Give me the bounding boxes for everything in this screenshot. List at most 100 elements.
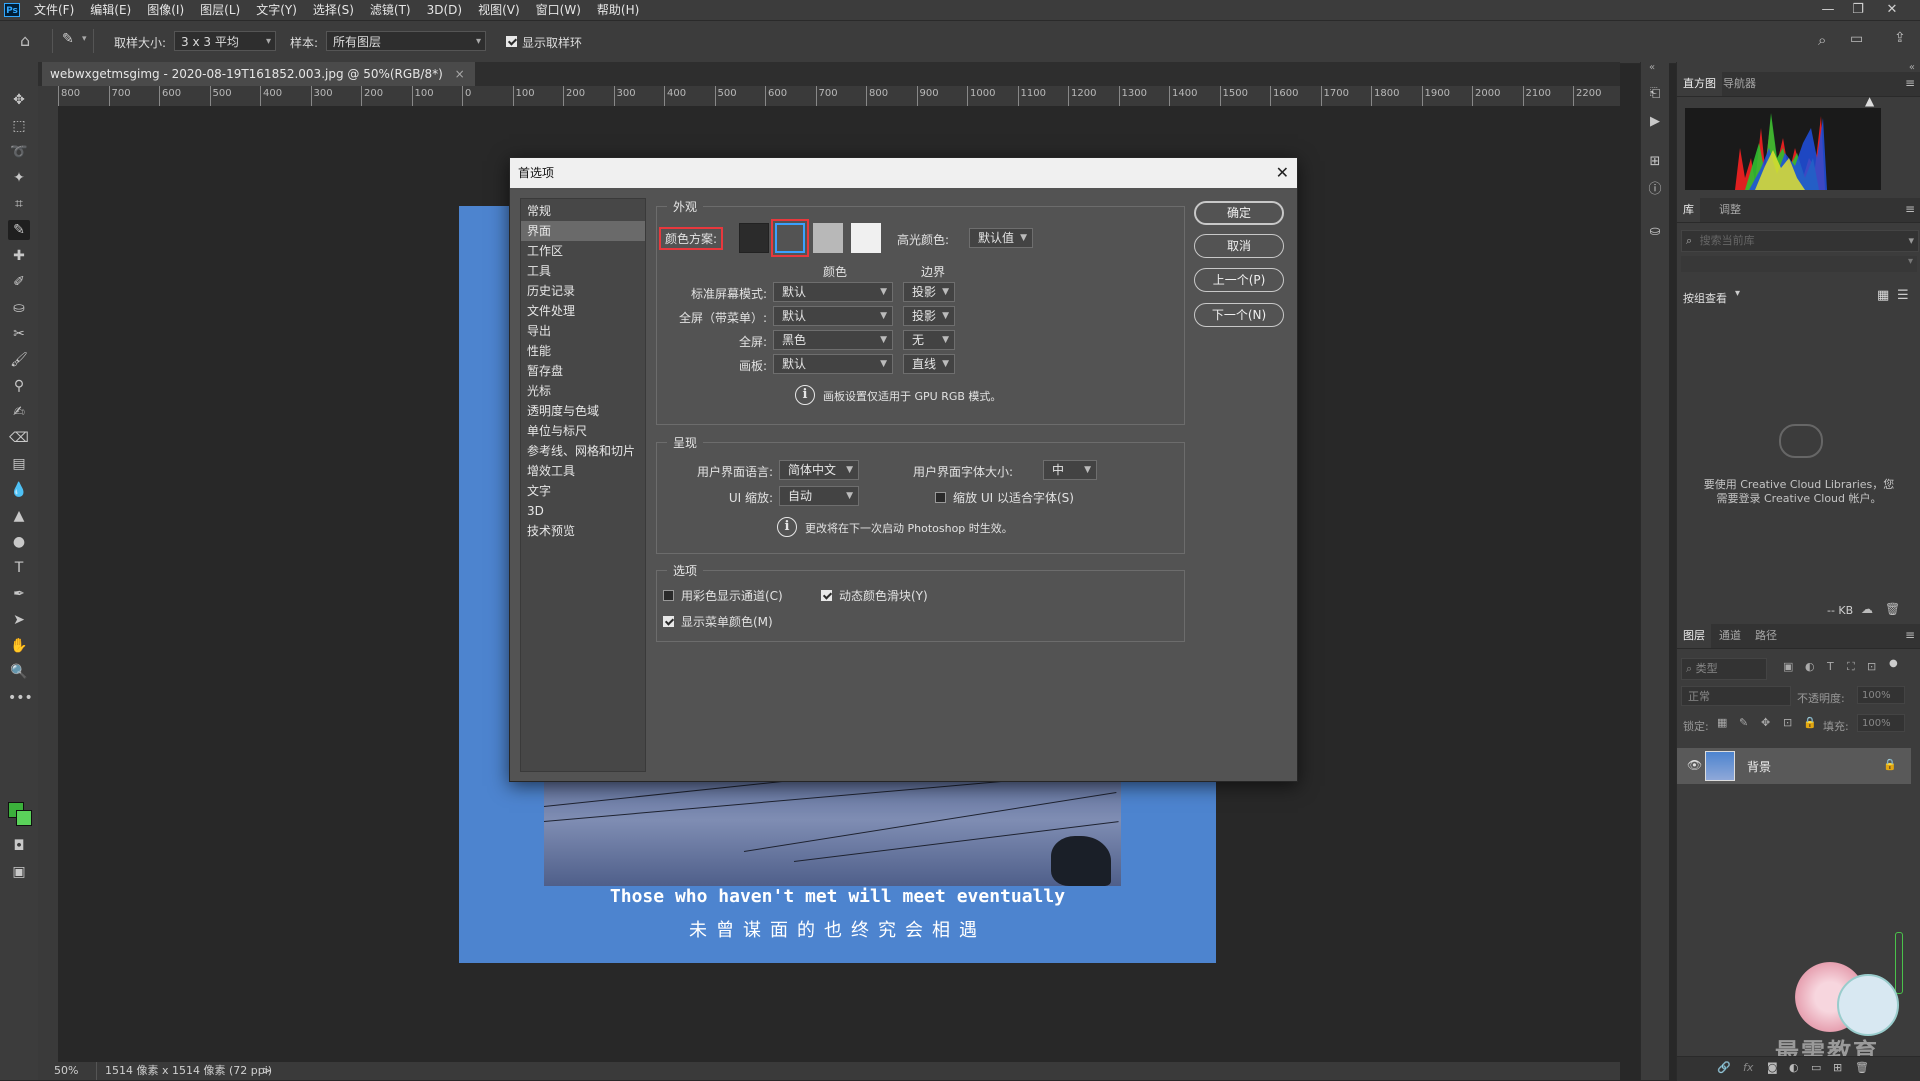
sidebar-item-plugins[interactable]: 增效工具 [521,461,645,481]
sidebar-item-type[interactable]: 文字 [521,481,645,501]
background-color-swatch[interactable] [16,810,32,826]
move-tool-icon[interactable]: ✥ [8,90,30,110]
standard-screen-border-select[interactable]: 投影 ▼ [903,282,955,302]
sidebar-item-workspace[interactable]: 工作区 [521,241,645,261]
show-ring-checkbox[interactable] [506,35,517,49]
new-layer-icon[interactable]: ⊞ [1833,1061,1842,1074]
menu-image[interactable]: 图像(I) [139,0,192,20]
menu-filter[interactable]: 滤镜(T) [362,0,419,20]
eyedropper-tool-icon[interactable]: ✎ [8,220,30,240]
menu-help[interactable]: 帮助(H) [589,0,647,20]
dodge-tool-icon[interactable]: ● [8,532,30,552]
clone-stamp-tool-icon[interactable]: ⚲ [8,376,30,396]
delete-layer-icon[interactable]: 🗑 [1855,1061,1869,1074]
sidebar-item-general[interactable]: 常规 [521,201,645,221]
scale-to-font-checkbox[interactable] [935,491,946,505]
layer-row-background[interactable]: 👁 背景 🔒 [1677,748,1911,784]
art-brush-tool-icon[interactable]: ✍ [8,402,30,422]
chevron-down-icon[interactable]: ▾ [1735,288,1740,299]
previous-button[interactable]: 上一个(P) [1194,268,1284,292]
filter-adjustment-icon[interactable]: ◐ [1805,660,1815,673]
collapse-icon[interactable]: « [1649,62,1655,73]
tab-close-icon[interactable]: × [455,67,465,81]
color-channels-checkbox[interactable] [663,589,674,603]
lock-artboard-icon[interactable]: ⊡ [1783,716,1792,729]
panel-menu-icon[interactable]: ≡ [1905,202,1915,216]
lock-transparent-icon[interactable]: ▦ [1717,716,1727,729]
sidebar-item-tools[interactable]: 工具 [521,261,645,281]
artboard-border-select[interactable]: 直线 ▼ [903,354,955,374]
search-icon[interactable]: ⌕ [1818,31,1826,49]
lock-pixels-icon[interactable]: ✎ [1739,716,1748,729]
fullscreen-color-select[interactable]: 黑色 ▼ [773,330,893,350]
fill-input[interactable]: 100% [1857,714,1905,732]
gradient-tool-icon[interactable]: ▤ [8,454,30,474]
menu-layer[interactable]: 图层(L) [192,0,248,20]
tab-histogram[interactable]: 直方图 [1677,72,1722,96]
sidebar-item-interface[interactable]: 界面 [521,221,645,241]
fx-icon[interactable]: fx [1743,1061,1753,1074]
standard-screen-color-select[interactable]: 默认 ▼ [773,282,893,302]
tab-layers[interactable]: 图层 [1677,624,1711,648]
history-brush-tool-icon[interactable]: ✂ [8,324,30,344]
close-window-icon[interactable]: ✕ [1878,0,1906,20]
home-icon[interactable]: ⌂ [20,31,30,50]
highlight-color-select[interactable]: 默认值 ▼ [969,228,1033,248]
cancel-button[interactable]: 取消 [1194,234,1284,258]
filter-shape-icon[interactable]: ⛶ [1847,660,1855,674]
type-tool-icon[interactable]: T [8,558,30,578]
dynamic-sliders-checkbox[interactable] [821,589,832,603]
library-select[interactable]: ▾ [1681,256,1917,272]
sharpen-tool-icon[interactable]: ▲ [8,506,30,526]
color-scheme-swatch-medium-dark[interactable] [775,223,805,253]
sidebar-item-units[interactable]: 单位与标尺 [521,421,645,441]
next-button[interactable]: 下一个(N) [1194,303,1284,327]
new-group-icon[interactable]: ▭ [1811,1061,1821,1074]
fullscreen-menu-color-select[interactable]: 默认 ▼ [773,306,893,326]
grid-view-icon[interactable]: ▦ [1877,288,1889,303]
sidebar-item-scratch-disks[interactable]: 暂存盘 [521,361,645,381]
menu-colors-checkbox[interactable] [663,615,674,629]
properties-panel-icon[interactable]: ⊞ [1645,152,1665,172]
eraser-tool-icon[interactable]: ⌫ [8,428,30,448]
menu-type[interactable]: 文字(Y) [248,0,305,20]
filter-pixel-icon[interactable]: ▣ [1783,660,1793,673]
menu-view[interactable]: 视图(V) [470,0,528,20]
tab-navigator[interactable]: 导航器 [1717,72,1762,96]
layer-filter-select[interactable]: ⌕ 类型 [1681,658,1767,680]
zoom-tool-icon[interactable]: 🔍 [8,662,30,682]
sidebar-item-file-handling[interactable]: 文件处理 [521,301,645,321]
dialog-title-bar[interactable]: 首选项 ✕ [510,158,1297,188]
ui-language-select[interactable]: 简体中文 ▼ [779,460,859,480]
sidebar-item-performance[interactable]: 性能 [521,341,645,361]
hand-tool-icon[interactable]: ✋ [8,636,30,656]
opacity-input[interactable]: 100% [1857,686,1905,704]
tab-libraries[interactable]: 库 [1677,198,1700,222]
actions-play-icon[interactable]: ▶ [1645,112,1665,132]
sidebar-item-transparency[interactable]: 透明度与色域 [521,401,645,421]
menu-3d[interactable]: 3D(D) [419,0,470,20]
tool-preset-chevron-icon[interactable]: ▾ [82,34,87,44]
path-selection-tool-icon[interactable]: ➤ [8,610,30,630]
workspace-icon[interactable]: ▭ [1850,31,1863,47]
blur-tool-icon[interactable]: 💧 [8,480,30,500]
sidebar-item-3d[interactable]: 3D [521,501,645,521]
zoom-level[interactable]: 50% [54,1062,78,1080]
pen-tool-icon[interactable]: ✒ [8,584,30,604]
artboard-color-select[interactable]: 默认 ▼ [773,354,893,374]
eye-visibility-icon[interactable]: 👁 [1687,758,1702,772]
magic-wand-tool-icon[interactable]: ✦ [8,168,30,188]
clone-source-panel-icon[interactable]: ⛀ [1645,222,1665,242]
sidebar-item-export[interactable]: 导出 [521,321,645,341]
fullscreen-border-select[interactable]: 无 ▼ [903,330,955,350]
brush-tool-icon[interactable]: ✐ [8,272,30,292]
restore-icon[interactable]: ❐ [1844,0,1872,20]
ok-button[interactable]: 确定 [1194,201,1284,225]
filter-type-icon[interactable]: T [1827,660,1834,673]
filter-toggle-icon[interactable]: ● [1889,658,1898,669]
paint-brush-tool-icon[interactable]: 🖌 [8,350,30,370]
sample-select[interactable]: 所有图层 ▾ [326,31,486,51]
cloud-sync-icon[interactable]: ☁ [1861,602,1873,616]
tab-channels[interactable]: 通道 [1713,624,1747,648]
crop-tool-icon[interactable]: ⌗ [8,194,30,214]
